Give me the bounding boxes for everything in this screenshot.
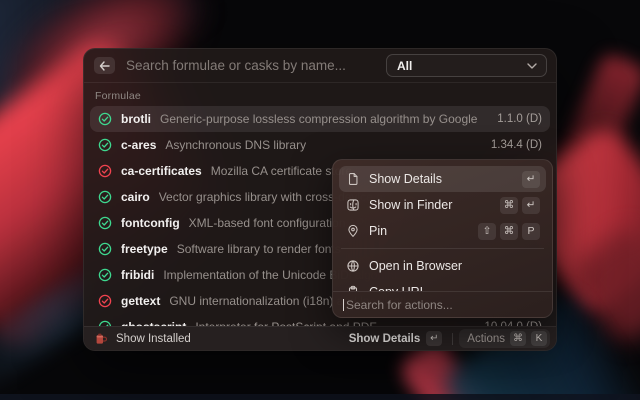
- installed-check-icon: [98, 216, 112, 230]
- menu-item-pin[interactable]: Pin ⇧ ⌘ P: [339, 218, 546, 244]
- shift-key-icon: ⇧: [478, 223, 496, 240]
- command-title: Show Installed: [116, 333, 191, 345]
- globe-icon: [346, 259, 360, 273]
- menu-item-copy-url[interactable]: Copy URL: [339, 279, 546, 291]
- homebrew-icon: [94, 332, 108, 346]
- formula-version: 1.1.0 (D): [489, 113, 542, 125]
- formula-name: fontconfig: [121, 216, 180, 230]
- installed-check-icon: [98, 268, 112, 282]
- outdated-check-icon: [98, 164, 112, 178]
- actions-search[interactable]: [333, 291, 552, 317]
- formula-description: Software library to render fonts: [177, 242, 341, 256]
- formula-row-brotli[interactable]: brotli Generic-purpose lossless compress…: [90, 106, 550, 132]
- outdated-check-icon: [98, 294, 112, 308]
- menu-separator: [341, 248, 544, 249]
- command-key-icon: ⌘: [500, 223, 518, 240]
- formula-name: cairo: [121, 190, 150, 204]
- formula-name: gettext: [121, 294, 160, 308]
- chevron-down-icon: [527, 63, 537, 69]
- menu-item-show-details[interactable]: Show Details ↵: [339, 166, 546, 192]
- wallpaper-shape: [555, 51, 640, 185]
- status-bar: Show Installed Show Details ↵ Actions ⌘ …: [84, 326, 556, 350]
- back-button[interactable]: [94, 57, 115, 74]
- back-arrow-icon: [99, 61, 110, 71]
- command-key-icon: ⌘: [500, 197, 518, 214]
- show-details-action[interactable]: Show Details ↵: [345, 329, 447, 348]
- formula-name: ca-certificates: [121, 164, 202, 178]
- formula-description: Asynchronous DNS library: [165, 138, 306, 152]
- formula-description: Generic-purpose lossless compression alg…: [160, 112, 477, 126]
- filter-dropdown-value: All: [397, 59, 527, 73]
- installed-check-icon: [98, 242, 112, 256]
- p-key-icon: P: [522, 223, 540, 240]
- menu-item-show-in-finder[interactable]: Show in Finder ⌘ ↵: [339, 192, 546, 218]
- formula-row-c-ares[interactable]: c-ares Asynchronous DNS library 1.34.4 (…: [90, 132, 550, 158]
- desktop: All Formulae brotli Generic-purpose loss…: [0, 0, 640, 400]
- return-key-icon: ↵: [522, 171, 540, 188]
- search-header: All: [84, 49, 556, 83]
- command-key-icon: ⌘: [510, 331, 526, 346]
- return-key-icon: ↵: [522, 197, 540, 214]
- text-caret: [343, 299, 344, 311]
- search-input[interactable]: [126, 58, 386, 73]
- formula-name: c-ares: [121, 138, 156, 152]
- return-key-icon: ↵: [426, 331, 442, 346]
- section-title: Formulae: [90, 83, 550, 106]
- actions-button[interactable]: Actions ⌘ K: [459, 329, 550, 348]
- pin-icon: [346, 224, 360, 238]
- actions-menu-list: Show Details ↵ Show in Finder ⌘: [333, 160, 552, 291]
- divider: [452, 333, 453, 345]
- formula-name: freetype: [121, 242, 168, 256]
- formula-version: 1.34.4 (D): [483, 139, 542, 151]
- installed-check-icon: [98, 190, 112, 204]
- wallpaper-shape: [565, 222, 640, 349]
- actions-menu: Show Details ↵ Show in Finder ⌘: [332, 159, 553, 318]
- document-icon: [346, 172, 360, 186]
- menu-item-open-in-browser[interactable]: Open in Browser: [339, 253, 546, 279]
- formula-name: brotli: [121, 112, 151, 126]
- actions-search-input[interactable]: [346, 298, 542, 312]
- installed-check-icon: [98, 138, 112, 152]
- filter-dropdown[interactable]: All: [386, 54, 547, 77]
- status-bar-actions: Show Details ↵ Actions ⌘ K: [345, 329, 550, 348]
- formula-description: Mozilla CA certificate store: [211, 164, 352, 178]
- wallpaper-shape: [0, 394, 640, 400]
- k-key-icon: K: [531, 331, 547, 346]
- finder-icon: [346, 198, 360, 212]
- formula-name: fribidi: [121, 268, 154, 282]
- installed-check-icon: [98, 112, 112, 126]
